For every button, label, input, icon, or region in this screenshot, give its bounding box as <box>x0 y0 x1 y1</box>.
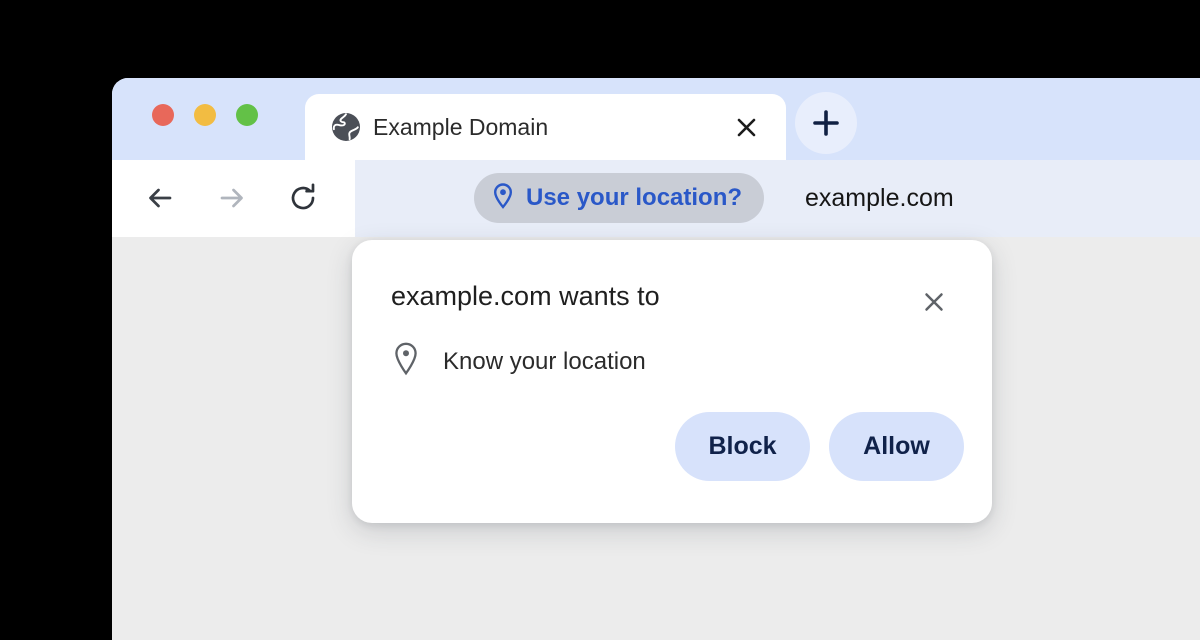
permission-request-label: Know your location <box>443 347 646 375</box>
window-close-button[interactable] <box>152 104 174 126</box>
permission-dialog-actions: Block Allow <box>675 412 964 481</box>
window-maximize-button[interactable] <box>236 104 258 126</box>
title-bar: Example Domain <box>112 78 1200 160</box>
window-traffic-lights <box>152 104 258 126</box>
address-bar[interactable]: Use your location? example.com <box>355 160 1200 237</box>
location-permission-chip[interactable]: Use your location? <box>474 173 765 223</box>
geolocation-permission-dialog: example.com wants to Know your location … <box>352 240 992 523</box>
tab-close-icon[interactable] <box>726 107 766 147</box>
location-pin-icon <box>391 341 421 382</box>
permission-dialog-close-icon[interactable] <box>916 284 952 320</box>
new-tab-button[interactable] <box>795 92 857 154</box>
reload-icon <box>291 183 315 210</box>
window-minimize-button[interactable] <box>194 104 216 126</box>
plus-icon <box>813 110 839 136</box>
arrow-left-icon <box>149 188 172 208</box>
location-chip-label: Use your location? <box>526 184 743 211</box>
allow-button[interactable]: Allow <box>829 412 964 481</box>
globe-icon <box>330 111 362 143</box>
permission-request-row: Know your location <box>391 341 646 382</box>
browser-toolbar: Use your location? example.com <box>112 160 1200 237</box>
forward-button[interactable] <box>208 174 256 222</box>
tab-title: Example Domain <box>373 114 549 140</box>
browser-tab[interactable]: Example Domain <box>305 94 786 160</box>
permission-dialog-title: example.com wants to <box>391 281 660 311</box>
location-pin-icon <box>491 182 515 215</box>
back-button[interactable] <box>136 174 184 222</box>
arrow-right-icon <box>220 188 243 208</box>
reload-button[interactable] <box>279 174 327 222</box>
address-bar-url: example.com <box>805 184 954 212</box>
screenshot-stage: Example Domain Use your location? exampl… <box>0 0 1200 640</box>
block-button[interactable]: Block <box>675 412 810 481</box>
